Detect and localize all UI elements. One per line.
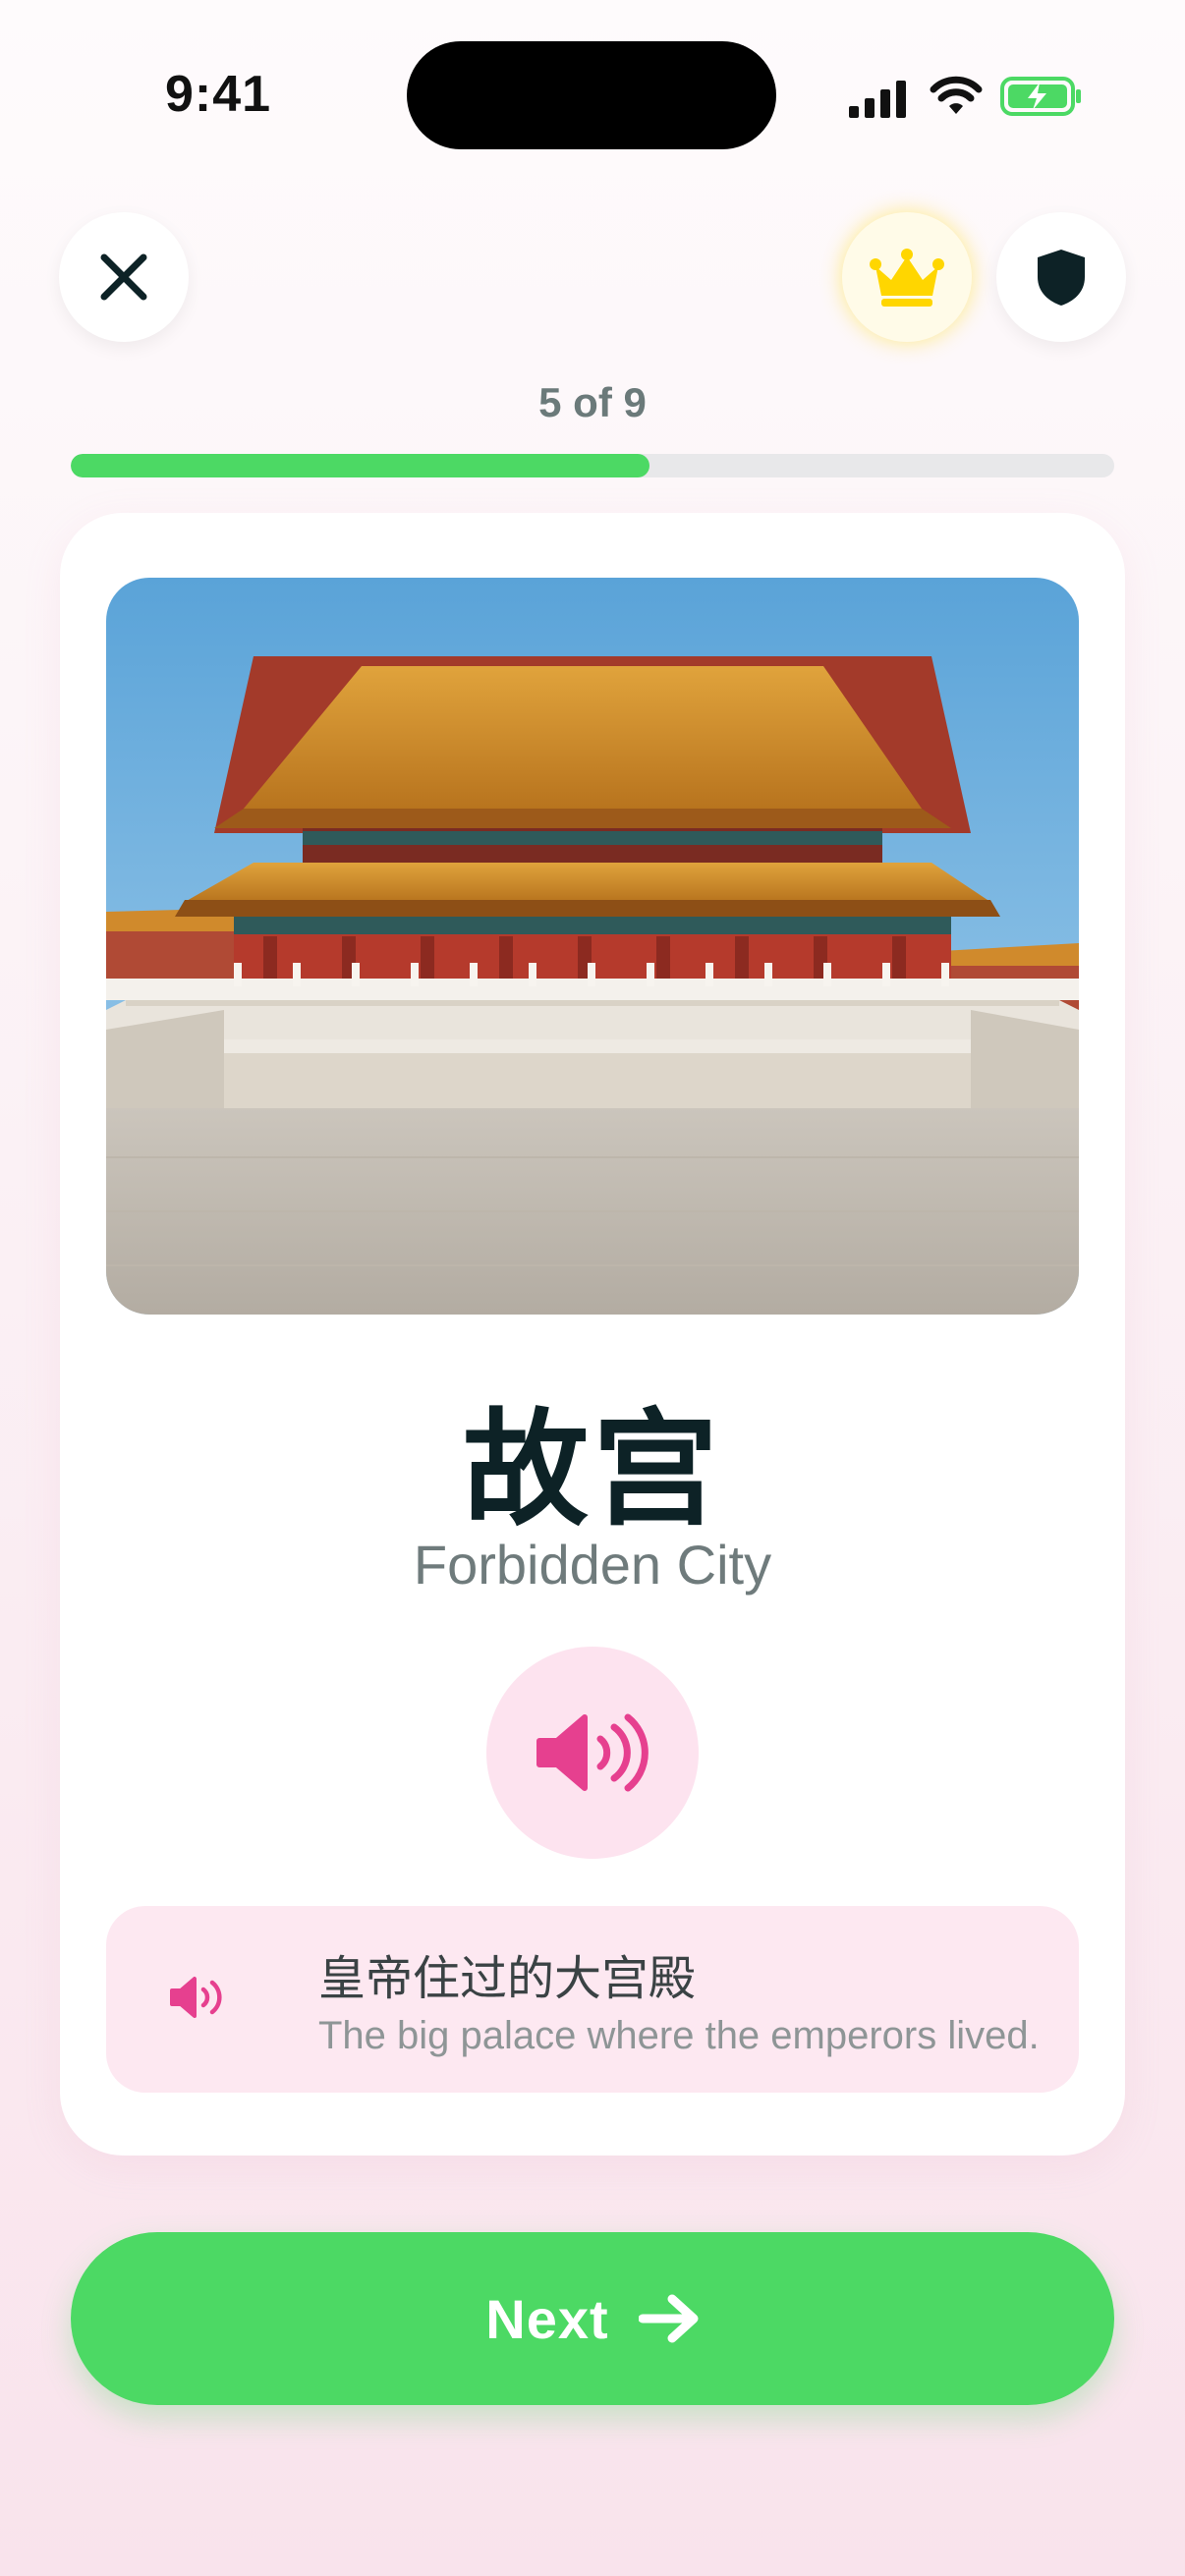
- example-chinese: 皇帝住过的大宫殿: [318, 1951, 697, 2006]
- crown-icon: [870, 249, 944, 307]
- vocab-translation: Forbidden City: [413, 1534, 772, 1596]
- speaker-icon[interactable]: [169, 1975, 228, 2020]
- shield-icon: [1038, 250, 1085, 306]
- close-button[interactable]: [59, 212, 189, 342]
- progress-bar: [71, 454, 1114, 477]
- example-sentence[interactable]: 皇帝住过的大宫殿 The big palace where the empero…: [106, 1906, 1079, 2093]
- next-button[interactable]: Next: [71, 2232, 1114, 2405]
- signal-icon: [849, 81, 906, 118]
- vocab-word: 故宫: [462, 1397, 722, 1543]
- battery-charging-icon: [1000, 77, 1081, 116]
- shield-button[interactable]: [996, 212, 1126, 342]
- progress-label: 5 of 9: [538, 379, 647, 425]
- speaker-icon: [536, 1713, 649, 1792]
- play-audio-button[interactable]: [486, 1647, 699, 1859]
- close-icon: [100, 253, 147, 301]
- dynamic-island: [407, 41, 776, 149]
- example-english: The big palace where the emperors lived.: [318, 2014, 1040, 2057]
- arrow-right-icon: [638, 2294, 699, 2343]
- vocab-card: 故宫 Forbidden City 皇帝住过的大宫殿 The big palac…: [60, 513, 1125, 2156]
- forbidden-city-photo: [106, 578, 1079, 1315]
- wifi-icon: [930, 76, 983, 114]
- status-time: 9:41: [165, 66, 272, 123]
- premium-button[interactable]: [842, 212, 972, 342]
- progress-fill: [71, 454, 650, 477]
- next-label: Next: [485, 2287, 609, 2350]
